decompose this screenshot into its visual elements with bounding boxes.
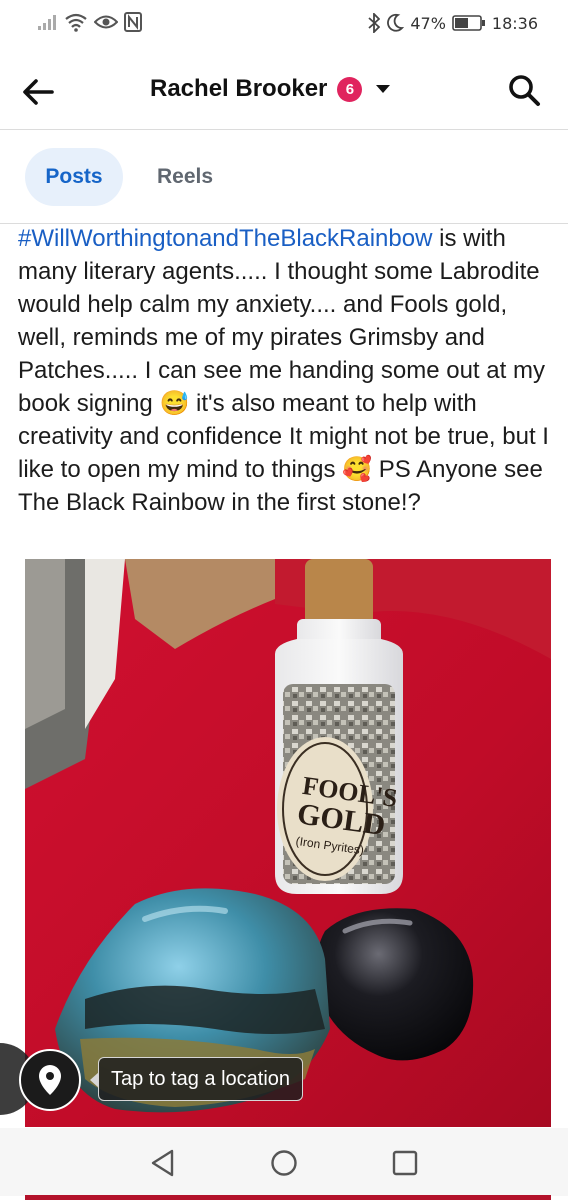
- system-nav-bar: [0, 1128, 568, 1196]
- tab-bar: Posts Reels: [0, 131, 568, 224]
- post-photo[interactable]: FOOL'S GOLD (Iron Pyrites): [25, 559, 551, 1127]
- status-left-icons: [38, 12, 142, 32]
- location-pin-icon: [39, 1065, 61, 1095]
- location-tooltip[interactable]: Tap to tag a location: [89, 1057, 304, 1101]
- smiling-hearts-emoji: 🥰: [342, 456, 373, 483]
- nav-back-button[interactable]: [148, 1148, 178, 1178]
- profile-switcher[interactable]: Rachel Brooker 6: [150, 75, 391, 103]
- wifi-icon: [65, 13, 87, 32]
- post-text-part1: is with many literary agents..... I thou…: [18, 225, 545, 417]
- search-icon: [509, 75, 540, 106]
- bluetooth-icon: [368, 13, 381, 33]
- search-button[interactable]: [506, 72, 542, 108]
- nav-recents-button[interactable]: [390, 1148, 420, 1178]
- post-text: #WillWorthingtonandTheBlackRainbow is wi…: [18, 222, 558, 519]
- battery-percent: 47%: [410, 13, 446, 33]
- tag-location-button[interactable]: [19, 1049, 81, 1111]
- signal-icon: [38, 15, 56, 30]
- moon-icon: [387, 13, 405, 32]
- eye-icon: [94, 15, 118, 29]
- circle-home-icon: [271, 1150, 297, 1176]
- tab-reels[interactable]: Reels: [136, 148, 234, 206]
- hashtag-link[interactable]: #WillWorthingtonandTheBlackRainbow: [18, 225, 432, 252]
- crystals-photo-image: FOOL'S GOLD (Iron Pyrites): [25, 559, 551, 1127]
- next-post-edge: [25, 1195, 551, 1200]
- tab-posts[interactable]: Posts: [25, 148, 123, 206]
- profile-header: Rachel Brooker 6: [0, 50, 568, 130]
- nav-home-button[interactable]: [269, 1148, 299, 1178]
- battery-icon: [452, 15, 485, 31]
- status-right-icons: 47% 18:36: [368, 13, 538, 33]
- nfc-icon: [124, 12, 142, 32]
- back-arrow-icon: [23, 79, 54, 105]
- status-bar: 47% 18:36: [0, 0, 568, 50]
- dropdown-caret-icon: [376, 85, 391, 93]
- profile-name: Rachel Brooker: [150, 75, 328, 102]
- notification-badge: 6: [337, 76, 363, 102]
- clock: 18:36: [491, 13, 538, 33]
- square-recents-icon: [392, 1150, 418, 1176]
- grinning-sweat-emoji: 😅: [159, 390, 190, 417]
- back-button[interactable]: [18, 72, 58, 112]
- triangle-back-icon: [151, 1149, 174, 1177]
